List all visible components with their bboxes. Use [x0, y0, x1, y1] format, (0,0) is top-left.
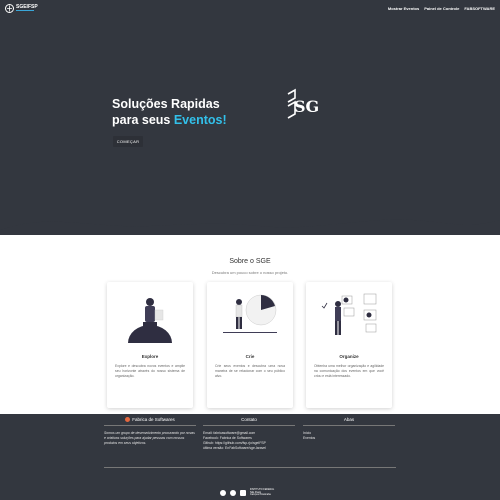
footer-fabrica-heading-text: Fabrica de Softwares — [132, 417, 175, 422]
card-explore: Explore Explore e descubra novos eventos… — [107, 282, 193, 408]
footer-social-icons: INSTITUTO FEDERAL São Paulo Campus Pirac… — [220, 488, 274, 497]
organize-illustration — [321, 293, 377, 335]
navbar: SGEIFSP Mostrar Eventos Painel de Contro… — [0, 0, 500, 16]
card-create-title: Crie — [245, 354, 255, 359]
footer-col-tabs: Abas Início Eventos — [303, 417, 395, 441]
card-organize: Organize Obtenha uma melhor organização … — [306, 282, 392, 408]
about-subtitle: Descubra um pouco sobre o nosso projeto. — [211, 270, 289, 275]
nav-control-panel[interactable]: Painel de Controle — [424, 6, 459, 11]
card-organize-title: Organize — [339, 354, 359, 359]
hero-title: Soluções Rapidas para seus Eventos! — [112, 96, 227, 128]
create-illustration — [223, 294, 277, 333]
card-explore-title: Explore — [141, 354, 159, 359]
hero-title-accent: Eventos! — [173, 113, 227, 127]
sge-logo-text: SGE — [294, 97, 320, 116]
brand-logo-icon — [5, 3, 14, 13]
hero-title-line1: Soluções Rapidas — [112, 97, 220, 111]
footer: Fabrica de Softwares Somos um grupo de d… — [0, 414, 500, 500]
footer-col-contact: Contato Email: fabricasoftware@gmail.com… — [203, 417, 295, 451]
about-title: Sobre o SGE — [229, 258, 271, 265]
instituto-federal-logo: INSTITUTO FEDERAL São Paulo Campus Pirac… — [250, 488, 274, 497]
footer-rule — [203, 425, 295, 426]
facebook-icon[interactable] — [220, 489, 226, 496]
start-button[interactable]: COMEÇAR — [113, 136, 143, 147]
footer-col-fabrica: Fabrica de Softwares Somos um grupo de d… — [104, 417, 196, 446]
hero-title-line2: para seus Eventos! — [112, 112, 227, 128]
instituto-federal-text: INSTITUTO FEDERAL São Paulo Campus Pirac… — [250, 488, 274, 497]
nav-fabsoftware[interactable]: FABSOFTWARE — [464, 6, 495, 11]
card-explore-text: Explore e descubra novos eventos e ampli… — [115, 364, 185, 378]
footer-bottom-rule — [104, 467, 396, 468]
footer-tab-eventos[interactable]: Eventos — [303, 436, 395, 441]
card-organize-text: Obtenha uma melhor organização e agilida… — [314, 364, 384, 378]
footer-fabrica-heading: Fabrica de Softwares — [104, 417, 196, 422]
github-icon[interactable] — [230, 489, 236, 496]
brand-underline — [16, 10, 34, 12]
footer-fabrica-text: Somos um grupo de desenvolvimento procur… — [104, 430, 195, 445]
nav-show-events[interactable]: Mostrar Eventos — [388, 6, 419, 11]
card-create: Crie Crie seus eventos e descubra uma no… — [207, 282, 293, 408]
footer-tabs-heading: Abas — [343, 417, 355, 422]
sge-logo: SGE — [287, 88, 320, 119]
footer-rule — [104, 425, 196, 426]
hero-title-prefix: para seus — [112, 113, 174, 127]
brand-text-wrap: SGEIFSP — [16, 3, 38, 12]
instituto-federal-icon — [240, 489, 246, 496]
brand[interactable]: SGEIFSP — [5, 3, 38, 13]
footer-rule — [303, 425, 395, 426]
if-line3: Campus Piracicaba — [250, 493, 271, 497]
hero-wave — [0, 200, 500, 230]
nav-links: Mostrar Eventos Painel de Controle FABSO… — [388, 6, 495, 11]
footer-contact-heading: Contato — [241, 417, 257, 422]
card-create-text: Crie seus eventos e descubra uma nova ma… — [215, 364, 285, 378]
brand-name: SGEIFSP — [16, 3, 38, 10]
fabrica-logo-icon — [125, 417, 131, 422]
footer-contact-version[interactable]: última versão: EnFabSoftware/sge-laravel — [203, 446, 295, 451]
explore-illustration — [125, 298, 175, 348]
